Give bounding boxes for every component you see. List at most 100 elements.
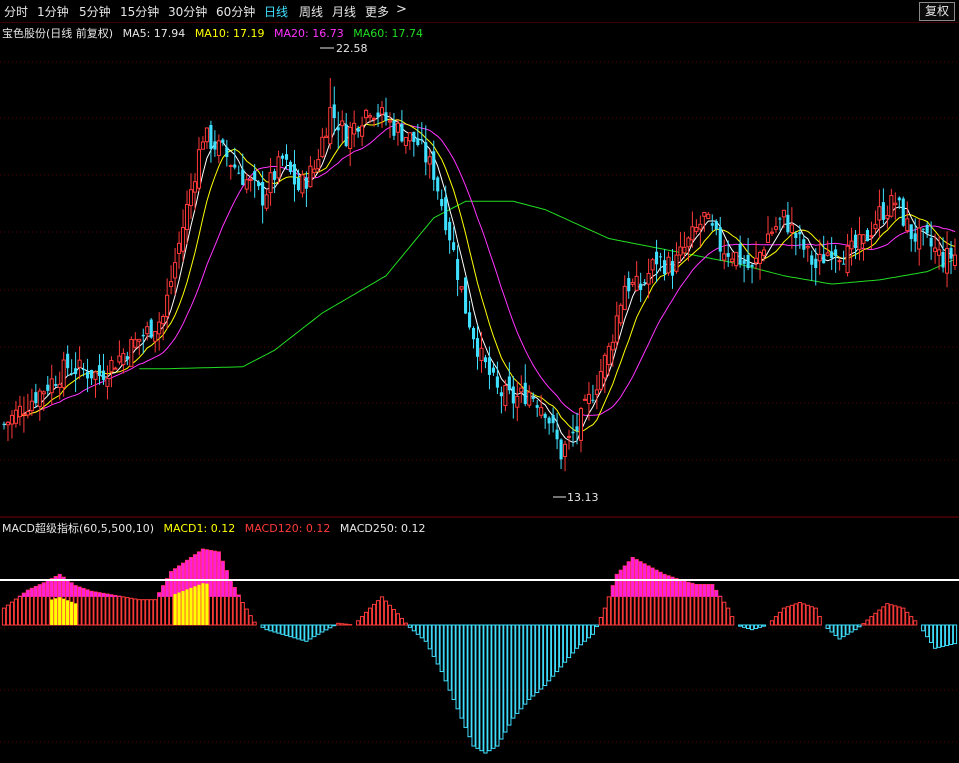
tab-15min[interactable]: 15分钟	[120, 3, 159, 20]
candle-body-down	[97, 365, 102, 377]
candle-body-up	[49, 378, 54, 394]
macd-bar-negative	[594, 624, 599, 628]
macd-bar-positive	[5, 604, 11, 626]
macd-bar-positive	[340, 623, 345, 626]
macd-bar-magenta	[611, 585, 615, 597]
fuquan-button[interactable]: 复权	[918, 2, 955, 21]
candle-body-down	[822, 254, 826, 264]
macd-bar-negative	[427, 624, 432, 650]
tab-daily[interactable]: 日线	[264, 3, 288, 20]
macd-bar-positive	[777, 611, 783, 626]
tab-fenshi[interactable]: 分时	[4, 3, 28, 20]
candle-body-down	[261, 181, 265, 206]
candle-body-up	[173, 262, 178, 279]
candle-body-up	[594, 389, 599, 395]
candle-body-up	[129, 338, 134, 367]
candle-body-up	[674, 254, 679, 272]
candle-body-up	[165, 294, 170, 318]
candle-body-down	[897, 197, 901, 201]
candle-body-down	[444, 197, 448, 231]
candle-body-up	[181, 227, 186, 252]
candle-body-up	[527, 391, 532, 406]
candle-body-down	[499, 392, 503, 397]
tab-5min[interactable]: 5分钟	[79, 3, 111, 20]
candle-body-down	[555, 429, 559, 440]
tab-60min[interactable]: 60分钟	[216, 3, 255, 20]
candle-body-down	[798, 232, 802, 235]
candle-body-down	[225, 147, 229, 157]
candle-body-down	[273, 171, 277, 180]
macd-bar-negative	[921, 624, 926, 632]
macd-bar-positive	[913, 620, 918, 626]
macd-bar-negative	[551, 624, 556, 677]
macd-bar-yellow	[74, 603, 78, 625]
tab-1min[interactable]: 1分钟	[37, 3, 69, 20]
macd-bar-negative	[328, 624, 333, 629]
macd-bar-magenta	[237, 595, 241, 597]
period-toolbar: 分时 1分钟 5分钟 15分钟 30分钟 60分钟 日线 周线 月线 更多 > …	[0, 0, 959, 23]
candle-body-up	[184, 203, 190, 231]
macd-bar-negative	[443, 624, 448, 682]
candle-body-up	[21, 413, 26, 416]
candle-body-down	[543, 413, 547, 418]
candle-body-up	[300, 174, 305, 194]
candle-body-up	[754, 257, 759, 264]
candle-body-down	[456, 259, 460, 280]
macd-bar-positive	[885, 603, 890, 626]
tab-30min[interactable]: 30分钟	[168, 3, 207, 20]
candle-body-down	[336, 127, 340, 131]
macd-bar-positive	[141, 599, 146, 626]
macd-bar-negative	[419, 624, 424, 639]
candle-body-up	[41, 391, 46, 395]
candle-body-down	[149, 319, 153, 338]
macd-bar-magenta	[706, 584, 710, 597]
chevron-right-icon[interactable]: >	[396, 2, 407, 17]
candle-body-down	[670, 260, 675, 276]
macd-bar-negative	[304, 624, 309, 642]
macd-bar-negative	[415, 624, 420, 635]
macd-bar-negative	[515, 624, 520, 714]
ma5-line	[3, 113, 956, 444]
candle-body-down	[523, 382, 527, 405]
tab-more[interactable]: 更多	[365, 3, 389, 20]
candle-body-down	[257, 181, 261, 187]
candle-body-up	[869, 235, 874, 238]
macd-bar-negative	[431, 624, 436, 657]
candle-body-down	[547, 417, 551, 424]
ma10-polyline	[3, 118, 956, 433]
macd-bar-negative	[531, 624, 536, 697]
candle-body-down	[881, 202, 885, 220]
macd-bar-positive	[901, 607, 906, 626]
tab-monthly[interactable]: 月线	[332, 3, 356, 20]
macd-bar-positive	[101, 592, 106, 626]
macd-bar-magenta	[714, 590, 718, 597]
ma20-label: MA20: 16.73	[274, 27, 344, 40]
candle-body-up	[264, 194, 269, 209]
candle-body-down	[794, 232, 798, 239]
macd-bar-positive	[157, 592, 162, 626]
candle-body-down	[420, 139, 424, 141]
candle-body-up	[17, 405, 22, 418]
macd-bar-positive	[399, 617, 404, 626]
tab-weekly[interactable]: 周线	[299, 3, 323, 20]
macd-bar-negative	[503, 624, 508, 733]
macd-bar-positive	[137, 599, 142, 626]
candle-body-up	[682, 246, 687, 254]
macd-bar-positive	[773, 616, 779, 626]
macd-bar-magenta	[623, 565, 627, 597]
macd-bar-yellow	[197, 584, 201, 625]
candle-body-down	[284, 154, 289, 160]
candle-body-up	[169, 281, 174, 288]
candle-body-up	[734, 251, 739, 267]
candle-body-up	[873, 223, 878, 230]
macd-bar-positive	[109, 594, 114, 626]
macd-bar-positive	[909, 616, 914, 626]
candle-body-up	[722, 253, 727, 261]
macd-bar-magenta	[233, 587, 237, 597]
candle-body-up	[427, 156, 432, 165]
macd-bar-negative	[288, 624, 293, 638]
candle-body-down	[742, 260, 746, 264]
candle-body-up	[312, 168, 317, 174]
candle-body-down	[344, 124, 348, 147]
macd-bar-negative	[738, 624, 743, 627]
